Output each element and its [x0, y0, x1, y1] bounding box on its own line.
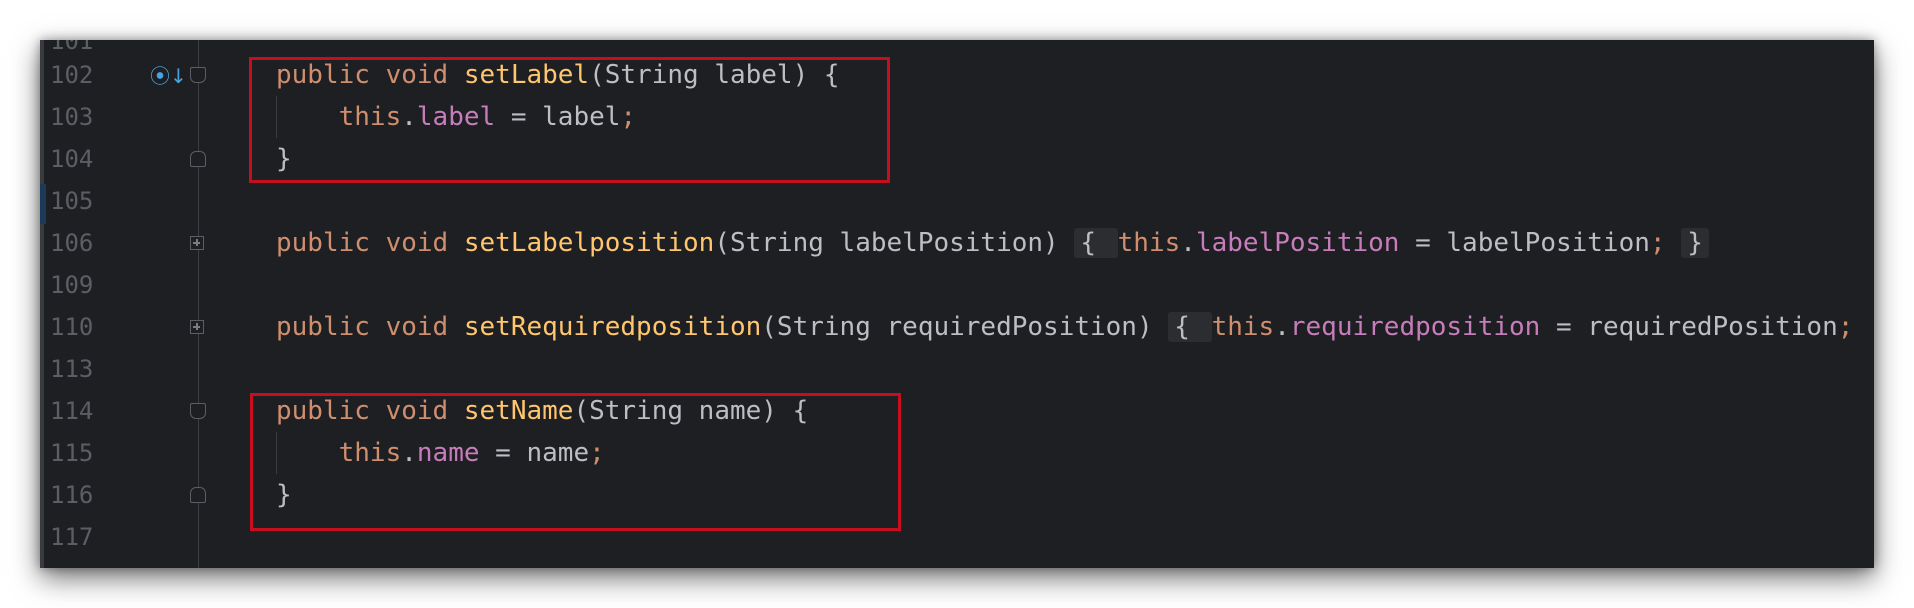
code-text[interactable]: public void setRequiredposition(String r… [276, 306, 1853, 348]
code-token: requiredposition [1289, 312, 1541, 342]
code-token: } [1681, 228, 1709, 258]
line-number: 115 [50, 439, 94, 467]
code-token: (String labelPosition) [714, 228, 1075, 258]
line-number: 116 [50, 481, 94, 509]
line-number: 113 [50, 355, 94, 383]
code-text[interactable]: public void setLabelposition(String labe… [276, 222, 1709, 264]
line-number: 110 [50, 313, 94, 341]
code-token: . [1274, 312, 1290, 342]
code-token: public [276, 312, 386, 342]
expand-fold-icon[interactable] [190, 236, 204, 250]
code-token: void [385, 228, 464, 258]
code-token: { [1074, 228, 1118, 258]
code-token: setLabelposition [463, 228, 715, 258]
code-token: . [1180, 228, 1196, 258]
code-token: (String requiredPosition) [761, 312, 1169, 342]
expand-fold-icon[interactable] [190, 320, 204, 334]
code-token: ; [1837, 312, 1854, 342]
collapse-fold-icon[interactable] [190, 403, 206, 419]
fold-end-icon[interactable] [190, 487, 206, 503]
line-number: 104 [50, 145, 94, 173]
collapse-fold-icon[interactable] [190, 67, 206, 83]
code-token: this [1211, 312, 1275, 342]
code-token: = labelPosition [1399, 228, 1650, 258]
code-line[interactable]: 110 public void setRequiredposition(Strin… [40, 306, 1874, 348]
code-token: labelPosition [1195, 228, 1400, 258]
code-token: { [1168, 312, 1212, 342]
code-line[interactable]: 113 [40, 348, 1874, 390]
highlight-box-setlabel [249, 57, 890, 183]
highlight-box-setname [250, 393, 901, 531]
line-number: 109 [50, 271, 94, 299]
code-token: void [385, 312, 464, 342]
code-token: this [1117, 228, 1181, 258]
code-token: = requiredPosition [1540, 312, 1838, 342]
line-number: 106 [50, 229, 94, 257]
fold-end-icon[interactable] [190, 151, 206, 167]
line-number: 103 [50, 103, 94, 131]
line-number: 114 [50, 397, 94, 425]
line-number: 102 [50, 61, 94, 89]
implementation-gutter-icon[interactable]: ⦿↓ [150, 66, 187, 86]
code-token: public [276, 228, 386, 258]
code-token: setRequiredposition [463, 312, 762, 342]
line-number: 105 [50, 187, 94, 215]
code-line[interactable]: 109 [40, 264, 1874, 306]
code-token: ; [1649, 228, 1666, 258]
line-number: 117 [50, 523, 94, 551]
code-editor-window: 101 102 ⦿↓ public void setLabel(String labe… [40, 40, 1874, 568]
code-line[interactable]: 106 public void setLabelposition(String l… [40, 222, 1874, 264]
code-line[interactable]: 105 [40, 180, 1874, 222]
